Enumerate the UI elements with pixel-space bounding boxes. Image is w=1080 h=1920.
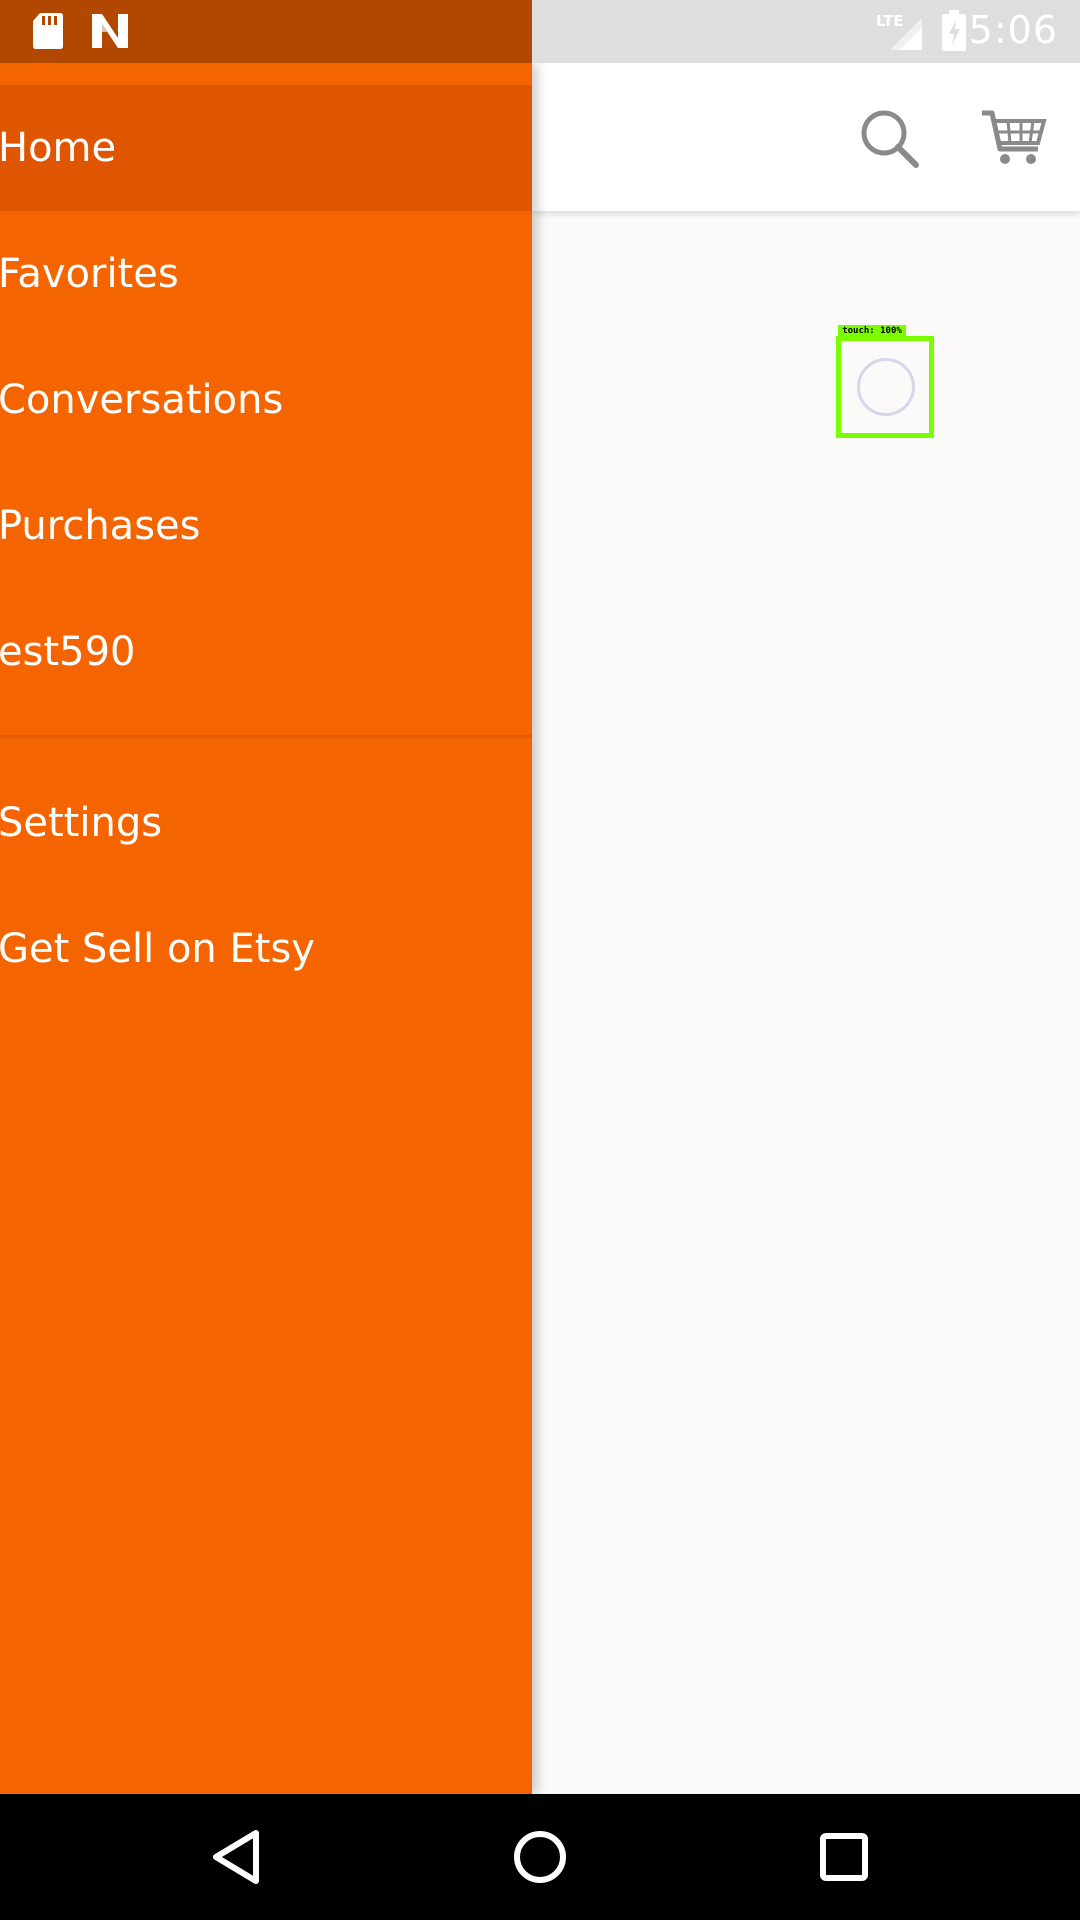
status-bar: LTE 5:06 bbox=[0, 0, 1080, 63]
drawer-item-purchases[interactable]: Purchases bbox=[0, 463, 532, 589]
drawer-item-label: est590 bbox=[0, 629, 136, 675]
navigation-drawer: Home Favorites Conversations Purchases e… bbox=[0, 63, 532, 1794]
recents-icon[interactable] bbox=[806, 1819, 882, 1895]
drawer-item-home[interactable]: Home bbox=[0, 85, 532, 211]
drawer-item-conversations[interactable]: Conversations bbox=[0, 337, 532, 463]
search-icon[interactable] bbox=[854, 103, 926, 175]
home-icon[interactable] bbox=[502, 1819, 578, 1895]
n-notification-icon bbox=[90, 12, 130, 54]
sd-card-icon bbox=[32, 12, 64, 54]
drawer-item-label: Favorites bbox=[0, 251, 179, 297]
drawer-item-sell-on-etsy[interactable]: Get Sell on Etsy bbox=[0, 886, 532, 1012]
drawer-item-label: Home bbox=[0, 125, 117, 171]
drawer-item-label: Purchases bbox=[0, 503, 201, 549]
battery-charging-icon bbox=[940, 10, 968, 56]
drawer-divider bbox=[0, 735, 532, 738]
drawer-item-label: Get Sell on Etsy bbox=[0, 926, 315, 972]
drawer-item-profile[interactable]: est590 bbox=[0, 589, 532, 715]
app-bar bbox=[532, 63, 1080, 211]
touch-point-circle bbox=[857, 358, 915, 416]
drawer-item-label: Conversations bbox=[0, 377, 284, 423]
back-icon[interactable] bbox=[198, 1819, 274, 1895]
main-content bbox=[532, 211, 1080, 1794]
drawer-top-strip bbox=[0, 63, 532, 85]
system-nav-bar bbox=[0, 1794, 1080, 1920]
drawer-item-label: Settings bbox=[0, 800, 163, 846]
svg-text:LTE: LTE bbox=[876, 12, 904, 30]
status-time: 5:06 bbox=[968, 8, 1058, 52]
status-bar-drawer-scrim bbox=[0, 0, 532, 63]
drawer-item-favorites[interactable]: Favorites bbox=[0, 211, 532, 337]
cart-icon[interactable] bbox=[978, 103, 1050, 175]
drawer-item-settings[interactable]: Settings bbox=[0, 760, 532, 886]
lte-signal-icon: LTE bbox=[872, 10, 924, 56]
